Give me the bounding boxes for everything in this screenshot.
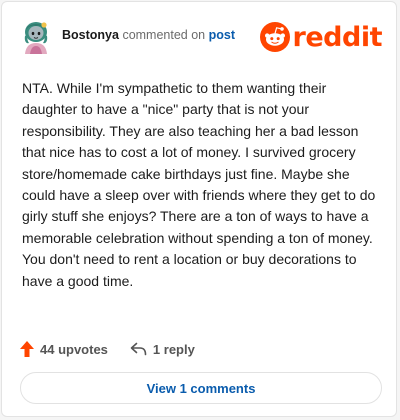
reddit-wordmark: reddit <box>292 21 383 53</box>
comment-header: Bostonya commented on post reddit <box>18 16 383 56</box>
reddit-snoo-icon <box>259 22 290 52</box>
comment-card: Bostonya commented on post reddit NTA. W… <box>1 1 397 417</box>
author-name[interactable]: Bostonya <box>62 28 119 42</box>
reply-arrow-icon <box>130 342 147 356</box>
action-text: commented on <box>122 28 206 42</box>
comment-meta: Bostonya commented on post <box>62 28 235 42</box>
avatar-icon <box>24 22 48 54</box>
reddit-logo[interactable]: reddit <box>259 20 383 54</box>
user-avatar[interactable] <box>18 18 54 54</box>
comment-body: NTA. While I'm sympathetic to them wanti… <box>22 80 376 289</box>
upvote-button[interactable]: 44 upvotes <box>20 341 108 357</box>
comment-actions: 44 upvotes 1 reply <box>20 338 217 360</box>
upvote-count: 44 upvotes <box>40 341 108 357</box>
view-comments-button[interactable]: View 1 comments <box>20 372 382 404</box>
reply-count: 1 reply <box>152 341 195 357</box>
post-link[interactable]: post <box>209 28 235 42</box>
upvote-arrow-icon <box>20 341 34 357</box>
reply-button[interactable]: 1 reply <box>130 342 195 357</box>
